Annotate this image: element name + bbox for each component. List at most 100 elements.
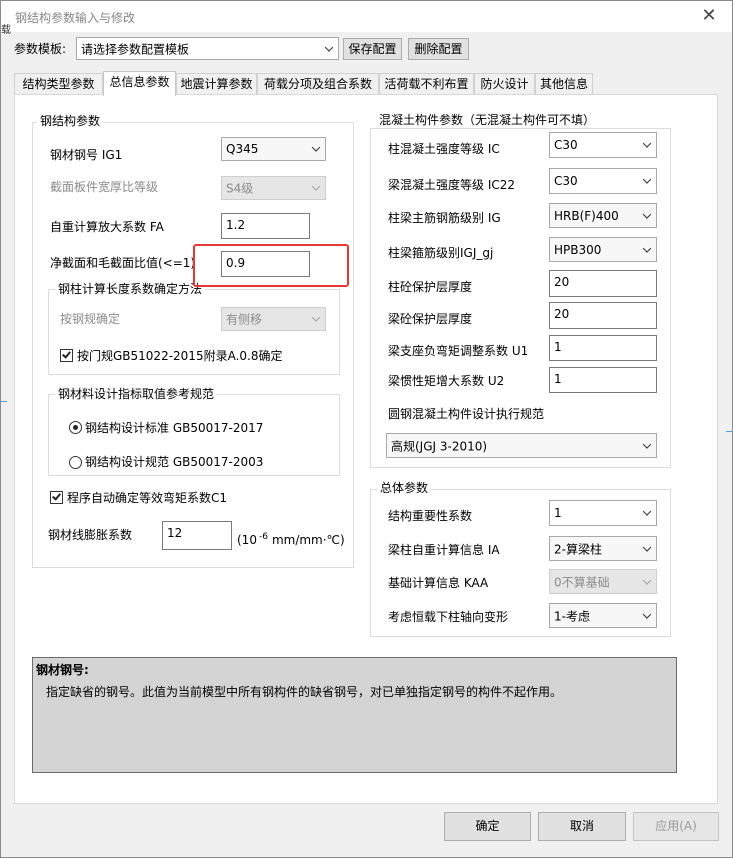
axial-deformation-select[interactable]: 1-考虑 — [549, 603, 657, 628]
column-length-title: 钢柱计算长度系数确定方法 — [55, 282, 206, 296]
close-icon[interactable]: ✕ — [698, 5, 720, 27]
chevron-down-icon — [642, 609, 652, 619]
cancel-button[interactable]: 取消 — [538, 812, 626, 841]
steel-grade-select[interactable]: Q345 — [221, 137, 326, 161]
axial-deformation-label: 考虑恒载下柱轴向变形 — [388, 610, 509, 624]
steel-params-title: 钢结构参数 — [37, 114, 104, 128]
dialog-window: 钢结构参数输入与修改 ✕ 载 参数模板: 请选择参数配置模板 保存配置 删除配置… — [0, 0, 733, 858]
unit-suffix: mm/mm·℃) — [271, 533, 345, 547]
portal-code-checkbox[interactable] — [60, 349, 73, 362]
stirrup-select[interactable]: HPB300 — [549, 237, 657, 262]
unit-prefix: (10 — [237, 533, 257, 547]
thermal-expansion-value: 12 — [167, 526, 183, 540]
importance-factor-label: 结构重要性系数 — [388, 509, 473, 523]
net-section-ratio-label: 净截面和毛截面比值(<=1) — [50, 256, 196, 270]
radio-code-2003-label: 钢结构设计规范 GB50017-2003 — [85, 455, 264, 469]
delete-config-button[interactable]: 删除配置 — [408, 38, 469, 60]
save-config-button[interactable]: 保存配置 — [343, 38, 402, 60]
steel-grade-label: 钢材钢号 IG1 — [50, 148, 123, 162]
width-ratio-value: S4级 — [226, 181, 254, 196]
self-weight-info-select[interactable]: 2-算梁柱 — [549, 536, 657, 561]
sway-select: 有侧移 — [221, 307, 326, 331]
self-weight-factor-input[interactable]: 1.2 — [221, 213, 310, 239]
foundation-info-label: 基础计算信息 KAA — [388, 576, 489, 590]
chevron-down-icon — [642, 175, 652, 184]
radio-selected-dot — [73, 425, 78, 430]
auto-c1-checkbox[interactable] — [50, 491, 63, 504]
unit-exponent: -6 — [258, 532, 268, 542]
self-weight-factor-value: 1.2 — [226, 218, 246, 232]
main-rebar-select[interactable]: HRB(F)400 — [549, 203, 657, 228]
template-label: 参数模板: — [14, 42, 67, 56]
chevron-down-icon — [642, 507, 652, 516]
background-line — [726, 431, 732, 432]
main-rebar-value: HRB(F)400 — [554, 208, 619, 223]
title-bar: 钢结构参数输入与修改 ✕ — [1, 1, 732, 32]
column-concrete-value: C30 — [554, 138, 578, 152]
annotation-highlight-box — [193, 244, 349, 287]
foundation-info-value: 0不算基础 — [554, 575, 610, 589]
radio-standard-2017-label: 钢结构设计标准 GB50017-2017 — [85, 421, 264, 435]
thermal-expansion-input[interactable]: 12 — [162, 521, 232, 550]
radio-standard-2017[interactable] — [69, 421, 82, 434]
template-select[interactable]: 请选择参数配置模板 — [76, 37, 339, 60]
tab-seismic[interactable]: 地震计算参数 — [176, 73, 257, 95]
steel-grade-value: Q345 — [226, 142, 259, 156]
stirrup-value: HPB300 — [554, 242, 602, 257]
chevron-down-icon — [311, 182, 321, 191]
background-edge-text: 载 — [1, 25, 11, 36]
tab-load-factors[interactable]: 荷载分项及组合系数 — [257, 73, 379, 95]
round-steel-concrete-select[interactable]: 高规(JGJ 3-2010) — [386, 433, 657, 458]
chevron-down-icon — [642, 139, 652, 148]
tab-structure-type[interactable]: 结构类型参数 — [14, 73, 103, 95]
general-params-title: 总体参数 — [377, 481, 432, 495]
column-cover-label: 柱砼保护层厚度 — [388, 280, 473, 294]
negative-moment-label: 梁支座负弯矩调整系数 U1 — [388, 344, 529, 358]
negative-moment-input[interactable]: 1 — [549, 335, 657, 361]
chevron-down-icon — [642, 575, 652, 585]
description-text: 指定缺省的钢号。此值为当前模型中所有钢构件的缺省钢号，对已单独指定钢号的构件不起… — [46, 685, 563, 699]
negative-moment-value: 1 — [554, 340, 562, 354]
axial-deformation-value: 1-考虑 — [554, 609, 590, 623]
self-weight-info-label: 梁柱自重计算信息 IA — [388, 543, 500, 557]
beam-cover-value: 20 — [554, 307, 570, 321]
round-steel-concrete-label: 圆钢混凝土构件设计执行规范 — [388, 407, 545, 421]
self-weight-factor-label: 自重计算放大系数 FA — [50, 220, 164, 234]
background-line — [1, 401, 7, 402]
width-ratio-label: 截面板件宽厚比等级 — [50, 180, 159, 194]
inertia-factor-value: 1 — [554, 372, 562, 386]
stirrup-label: 柱梁箍筋级别IGJ_gj — [388, 246, 494, 260]
tab-general-info[interactable]: 总信息参数 — [103, 71, 176, 96]
tab-fire-design[interactable]: 防火设计 — [474, 73, 535, 95]
chevron-down-icon — [324, 42, 334, 52]
tab-other-info[interactable]: 其他信息 — [535, 73, 593, 95]
chevron-down-icon — [642, 439, 652, 449]
thermal-expansion-unit: (10 -6 mm/mm·℃) — [237, 529, 345, 548]
inertia-factor-input[interactable]: 1 — [549, 367, 657, 393]
template-select-value: 请选择参数配置模板 — [81, 42, 190, 56]
window-title: 钢结构参数输入与修改 — [15, 11, 136, 25]
ok-button[interactable]: 确定 — [444, 812, 531, 841]
importance-factor-select[interactable]: 1 — [549, 500, 657, 526]
sway-value: 有侧移 — [226, 312, 263, 327]
by-code-label: 按钢规确定 — [60, 312, 121, 326]
column-concrete-select[interactable]: C30 — [549, 132, 657, 158]
beam-cover-input[interactable]: 20 — [549, 302, 657, 329]
beam-cover-label: 梁砼保护层厚度 — [388, 312, 473, 326]
width-ratio-select: S4级 — [221, 176, 326, 200]
auto-c1-label: 程序自动确定等效弯矩系数C1 — [67, 491, 228, 505]
tab-live-load[interactable]: 活荷载不利布置 — [379, 73, 474, 95]
chevron-down-icon — [642, 542, 652, 552]
importance-factor-value: 1 — [554, 506, 562, 520]
column-cover-input[interactable]: 20 — [549, 270, 657, 297]
apply-button: 应用(A) — [633, 812, 719, 841]
checkmark-icon — [62, 349, 71, 359]
beam-concrete-select[interactable]: C30 — [549, 168, 657, 194]
round-steel-concrete-value: 高规(JGJ 3-2010) — [391, 439, 488, 453]
column-concrete-label: 柱混凝土强度等级 IC — [388, 142, 500, 156]
chevron-down-icon — [642, 209, 652, 219]
self-weight-info-value: 2-算梁柱 — [554, 542, 602, 556]
chevron-down-icon — [311, 143, 321, 152]
radio-code-2003[interactable] — [69, 456, 82, 469]
beam-concrete-label: 梁混凝土强度等级 IC22 — [388, 178, 516, 192]
